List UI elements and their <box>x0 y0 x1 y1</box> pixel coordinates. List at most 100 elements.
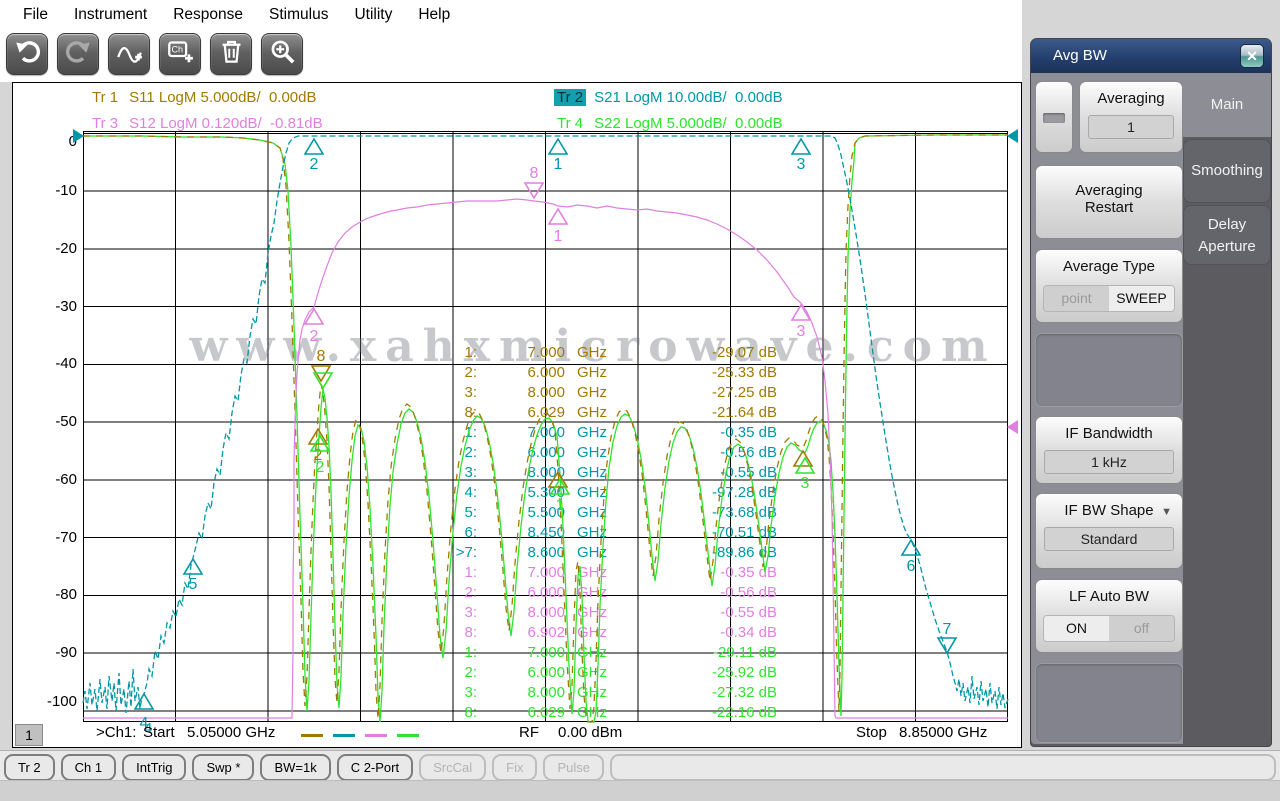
zoom-in-button[interactable] <box>261 33 303 75</box>
trace-header-1[interactable]: Tr 1 S11 LogM 5.000dB/ 0.00dB <box>89 89 317 106</box>
menu-utility[interactable]: Utility <box>341 6 405 24</box>
y-axis-label: -50 <box>55 413 77 431</box>
trace-header-2[interactable]: Tr 2 S21 LogM 10.00dB/ 0.00dB <box>554 89 783 106</box>
start-label[interactable]: Start <box>143 724 175 741</box>
svg-text:2: 2 <box>310 156 319 173</box>
tab-delay-aperture[interactable]: Delay Aperture <box>1183 205 1271 265</box>
lf-auto-bw-off-option[interactable]: off <box>1109 616 1174 641</box>
plot-window: Tr 1 S11 LogM 5.000dB/ 0.00dB Tr 2 S21 LogM… <box>12 82 1022 748</box>
trace3-legend-dash <box>365 734 387 737</box>
statusbar-inttrig[interactable]: IntTrig <box>122 754 187 781</box>
averaging-restart-label: Averaging Restart <box>1075 182 1143 216</box>
trace-header-4[interactable]: Tr 4 S22 LogM 5.000dB/ 0.00dB <box>554 115 783 132</box>
svg-text:2: 2 <box>310 328 319 345</box>
panel-content: Averaging 1 Averaging Restart Average Ty… <box>1031 73 1187 744</box>
redo-icon <box>65 38 92 70</box>
start-value[interactable]: 5.05000 GHz <box>187 724 275 741</box>
trace1-legend-dash <box>301 734 323 737</box>
statusbar-ch-1[interactable]: Ch 1 <box>60 754 117 781</box>
y-axis-label: -70 <box>55 528 77 546</box>
trace-id-badge[interactable]: Tr 4 <box>554 115 586 132</box>
avg-bw-panel: Avg BW ✕ Averaging 1 Averaging Restart A… <box>1030 38 1272 747</box>
lf-auto-bw-label: LF Auto BW <box>1068 588 1150 605</box>
averaging-value[interactable]: 1 <box>1088 115 1174 139</box>
svg-text:8: 8 <box>530 165 539 182</box>
menu-stimulus[interactable]: Stimulus <box>256 6 341 24</box>
channel-status-row: 1 >Ch1: 4 Start 5.05000 GHz RF 0.00 dBm … <box>13 720 1021 747</box>
undo-icon <box>14 38 41 70</box>
trace4-legend-dash <box>397 734 419 737</box>
redo-button[interactable] <box>57 33 99 75</box>
add-trace-button[interactable] <box>108 33 150 75</box>
statusbar-swp-[interactable]: Swp * <box>192 754 255 781</box>
rf-label: RF <box>519 724 539 741</box>
rf-value[interactable]: 0.00 dBm <box>558 724 622 741</box>
svg-text:1: 1 <box>554 228 563 245</box>
trace-id-badge[interactable]: Tr 2 <box>554 89 587 106</box>
menu-help[interactable]: Help <box>405 6 463 24</box>
statusbar-empty <box>610 754 1276 781</box>
y-axis-label: -10 <box>55 182 77 200</box>
averaging-label: Averaging <box>1097 90 1165 107</box>
trace-descriptor: S21 LogM 10.00dB/ 0.00dB <box>594 89 783 106</box>
statusbar-fix[interactable]: Fix <box>492 754 538 781</box>
if-bandwidth-value[interactable]: 1 kHz <box>1044 450 1174 474</box>
menu-response[interactable]: Response <box>160 6 256 24</box>
averaging-button[interactable]: Averaging 1 <box>1079 81 1183 153</box>
if-bw-shape-button[interactable]: IF BW Shape ▼ Standard <box>1035 493 1183 569</box>
vna-app-window: File Instrument Response Stimulus Utility Hel… <box>0 0 1280 801</box>
svg-text:3: 3 <box>797 156 806 173</box>
statusbar-bw-1k[interactable]: BW=1k <box>260 754 331 781</box>
statusbar-c-2-port[interactable]: C 2-Port <box>336 754 414 781</box>
channel-number-box[interactable]: 1 <box>15 724 43 746</box>
trace-header-3[interactable]: Tr 3 S12 LogM 0.120dB/ -0.81dB <box>89 115 323 132</box>
undo-button[interactable] <box>6 33 48 75</box>
trace-curves: 2134567812382213 <box>73 129 1018 732</box>
menu-file[interactable]: File <box>10 6 61 24</box>
chevron-down-icon: ▼ <box>1161 506 1172 518</box>
lf-auto-bw-on-option[interactable]: ON <box>1044 616 1109 641</box>
average-type-point-option[interactable]: point <box>1044 286 1109 311</box>
svg-text:3: 3 <box>797 323 806 340</box>
delete-trace-button[interactable] <box>210 33 252 75</box>
tab-main[interactable]: Main <box>1183 73 1271 137</box>
y-axis-label: -80 <box>55 586 77 604</box>
tab-smoothing[interactable]: Smoothing <box>1183 139 1271 203</box>
if-bw-shape-label: IF BW Shape <box>1064 502 1154 519</box>
trace-id-badge[interactable]: Tr 1 <box>89 89 121 106</box>
if-bandwidth-button[interactable]: IF Bandwidth 1 kHz <box>1035 416 1183 484</box>
close-icon[interactable]: ✕ <box>1240 44 1264 68</box>
stop-value[interactable]: 8.85000 GHz <box>899 724 987 741</box>
toolbar: Ch <box>6 33 303 75</box>
lf-auto-bw-button[interactable]: LF Auto BW ON off <box>1035 579 1183 653</box>
average-type-segmented: point SWEEP <box>1043 285 1175 312</box>
average-type-label: Average Type <box>1062 258 1155 275</box>
lf-auto-bw-segmented: ON off <box>1043 615 1175 642</box>
menu-bar: File Instrument Response Stimulus Utility Hel… <box>0 0 1020 30</box>
statusbar-tr-2[interactable]: Tr 2 <box>4 754 55 781</box>
y-axis-label: -100 <box>46 693 77 710</box>
svg-text:1: 1 <box>554 156 563 173</box>
stop-label[interactable]: Stop <box>856 724 887 741</box>
panel-title: Avg BW <box>1031 39 1271 73</box>
channel-prefix: >Ch1: <box>96 724 137 741</box>
magnifier-plus-icon <box>269 38 296 70</box>
svg-text:6: 6 <box>907 558 916 575</box>
svg-text:8: 8 <box>317 348 326 365</box>
add-channel-button[interactable]: Ch <box>159 33 201 75</box>
panel-tabs: Main Smoothing Delay Aperture <box>1183 73 1271 744</box>
svg-text:7: 7 <box>943 621 952 638</box>
average-type-sweep-option[interactable]: SWEEP <box>1109 286 1174 311</box>
trash-icon <box>218 38 245 70</box>
trace-id-badge[interactable]: Tr 3 <box>89 115 121 132</box>
statusbar-srccal[interactable]: SrcCal <box>419 754 487 781</box>
trace-descriptor: S22 LogM 5.000dB/ 0.00dB <box>594 115 783 132</box>
statusbar-pulse[interactable]: Pulse <box>543 754 604 781</box>
averaging-restart-button[interactable]: Averaging Restart <box>1035 165 1183 239</box>
if-bw-shape-value[interactable]: Standard <box>1044 527 1174 551</box>
trace-descriptor: S12 LogM 0.120dB/ -0.81dB <box>129 115 323 132</box>
empty-slot-1 <box>1035 333 1183 407</box>
menu-instrument[interactable]: Instrument <box>61 6 160 24</box>
average-type-button[interactable]: Average Type point SWEEP <box>1035 249 1183 323</box>
averaging-toggle-button[interactable] <box>1035 81 1073 153</box>
